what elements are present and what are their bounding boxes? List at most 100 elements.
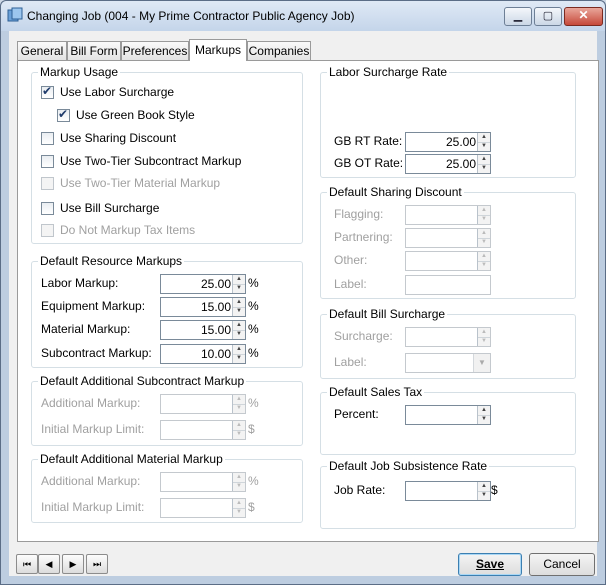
spinner: ▲ ▼ <box>232 395 245 413</box>
labor-surcharge-rate-group: Labor Surcharge Rate GB RT Rate: 25.00 ▲… <box>320 65 576 178</box>
checkbox-label: Use Two-Tier Subcontract Markup <box>60 154 242 168</box>
spinner[interactable]: ▲ ▼ <box>477 406 490 424</box>
spin-down-icon[interactable]: ▼ <box>478 164 490 173</box>
group-title: Default Job Subsistence Rate <box>327 459 490 473</box>
labor-markup-input[interactable]: 25.00 ▲ ▼ <box>160 274 246 294</box>
previous-record-button[interactable]: ◀ <box>38 554 60 574</box>
additional-markup-label: Additional Markup: <box>41 474 141 488</box>
group-title: Default Sales Tax <box>327 385 425 399</box>
group-title: Labor Surcharge Rate <box>327 65 450 79</box>
dollar-unit: $ <box>248 500 255 514</box>
save-button[interactable]: Save <box>458 553 522 576</box>
flagging-input: ▲ ▼ <box>405 205 491 225</box>
gb-rt-rate-input[interactable]: 25.00 ▲ ▼ <box>405 132 491 152</box>
checkbox-box[interactable] <box>41 132 54 145</box>
spin-down-icon[interactable]: ▼ <box>233 284 245 293</box>
additional-subcontract-markup-input: ▲ ▼ <box>160 394 246 414</box>
job-rate-label: Job Rate: <box>334 483 386 497</box>
spinner[interactable]: ▲ ▼ <box>477 482 490 500</box>
field-value: 25.00 <box>445 157 476 171</box>
close-button[interactable]: ✕ <box>564 7 603 26</box>
first-icon: ⏮ <box>22 559 32 569</box>
title-bar[interactable]: Changing Job (004 - My Prime Contractor … <box>1 1 605 31</box>
close-icon: ✕ <box>578 8 589 22</box>
spin-down-icon[interactable]: ▼ <box>478 142 490 151</box>
checkbox-label: Use Bill Surcharge <box>60 201 160 215</box>
spinner[interactable]: ▲ ▼ <box>232 275 245 293</box>
discount-label-input <box>405 275 491 295</box>
other-label: Other: <box>334 253 368 267</box>
checkbox-label: Use Green Book Style <box>76 108 195 122</box>
spin-down-icon[interactable]: ▼ <box>233 307 245 316</box>
equipment-markup-input[interactable]: 15.00 ▲ ▼ <box>160 297 246 317</box>
percent-unit: % <box>248 299 259 313</box>
group-title: Default Additional Subcontract Markup <box>38 374 247 388</box>
next-record-button[interactable]: ▶ <box>62 554 84 574</box>
spin-down-icon[interactable]: ▼ <box>478 491 490 500</box>
markups-panel: Markup Usage Use Labor Surcharge Use Gre… <box>17 60 599 542</box>
last-icon: ⏭ <box>92 559 102 569</box>
percent-label: Percent: <box>334 407 379 421</box>
field-value: 15.00 <box>200 323 231 337</box>
spin-down-icon[interactable]: ▼ <box>233 330 245 339</box>
spin-down-icon: ▼ <box>481 216 487 222</box>
partnering-input: ▲ ▼ <box>405 228 491 248</box>
tab-bill-form[interactable]: Bill Form <box>67 41 121 60</box>
material-markup-label: Material Markup: <box>41 322 131 336</box>
dollar-unit: $ <box>248 422 255 436</box>
tab-companies[interactable]: Companies <box>247 41 311 60</box>
group-title: Default Additional Material Markup <box>38 452 225 466</box>
tab-general[interactable]: General <box>17 41 67 60</box>
spin-down-icon: ▼ <box>481 338 487 344</box>
additional-subcontract-group: Default Additional Subcontract Markup Ad… <box>31 374 303 446</box>
minimize-icon: ▁ <box>513 10 523 22</box>
checkbox-box[interactable] <box>41 84 54 99</box>
maximize-button[interactable]: ▢ <box>534 7 562 26</box>
material-markup-input[interactable]: 15.00 ▲ ▼ <box>160 320 246 340</box>
checkbox-box[interactable] <box>57 107 70 122</box>
spin-down-icon: ▼ <box>236 483 242 489</box>
spinner[interactable]: ▲ ▼ <box>232 321 245 339</box>
tab-markups[interactable]: Markups <box>189 39 247 61</box>
subcontract-initial-limit-input: ▲ ▼ <box>160 420 246 440</box>
spinner: ▲ ▼ <box>232 499 245 517</box>
spinner: ▲ ▼ <box>477 206 490 224</box>
checkbox-label: Do Not Markup Tax Items <box>60 223 196 237</box>
spin-down-icon[interactable]: ▼ <box>233 354 245 363</box>
additional-markup-label: Additional Markup: <box>41 396 141 410</box>
spinner: ▲ ▼ <box>232 473 245 491</box>
spinner[interactable]: ▲ ▼ <box>477 155 490 173</box>
spin-down-icon: ▼ <box>481 262 487 268</box>
spinner[interactable]: ▲ ▼ <box>232 345 245 363</box>
discount-label-label: Label: <box>334 277 367 291</box>
checkbox-box[interactable] <box>41 155 54 168</box>
minimize-button[interactable]: ▁ <box>504 7 532 26</box>
field-value: 15.00 <box>200 300 231 314</box>
spinner: ▲ ▼ <box>232 421 245 439</box>
cancel-button[interactable]: Cancel <box>529 553 595 576</box>
spin-down-icon[interactable]: ▼ <box>478 415 490 424</box>
gb-ot-rate-input[interactable]: 25.00 ▲ ▼ <box>405 154 491 174</box>
group-title: Markup Usage <box>38 65 121 79</box>
initial-markup-limit-label: Initial Markup Limit: <box>41 422 145 436</box>
checkbox-label: Use Sharing Discount <box>60 131 177 145</box>
surcharge-label: Surcharge: <box>334 329 393 343</box>
sales-tax-percent-input[interactable]: ▲ ▼ <box>405 405 491 425</box>
maximize-icon: ▢ <box>542 10 554 22</box>
job-rate-input[interactable]: ▲ ▼ <box>405 481 491 501</box>
checkbox-box <box>41 177 54 190</box>
spin-down-icon: ▼ <box>236 509 242 515</box>
spinner: ▲ ▼ <box>477 229 490 247</box>
tab-preferences[interactable]: Preferences <box>121 41 189 60</box>
percent-unit: % <box>248 276 259 290</box>
surcharge-input: ▲ ▼ <box>405 327 491 347</box>
last-record-button[interactable]: ⏭ <box>86 554 108 574</box>
subcontract-markup-input[interactable]: 10.00 ▲ ▼ <box>160 344 246 364</box>
group-title: Default Bill Surcharge <box>327 307 448 321</box>
checkbox-box[interactable] <box>41 202 54 215</box>
spinner[interactable]: ▲ ▼ <box>477 133 490 151</box>
gb-ot-rate-label: GB OT Rate: <box>334 156 404 170</box>
spinner[interactable]: ▲ ▼ <box>232 298 245 316</box>
previous-icon: ◀ <box>45 559 53 569</box>
first-record-button[interactable]: ⏮ <box>16 554 38 574</box>
